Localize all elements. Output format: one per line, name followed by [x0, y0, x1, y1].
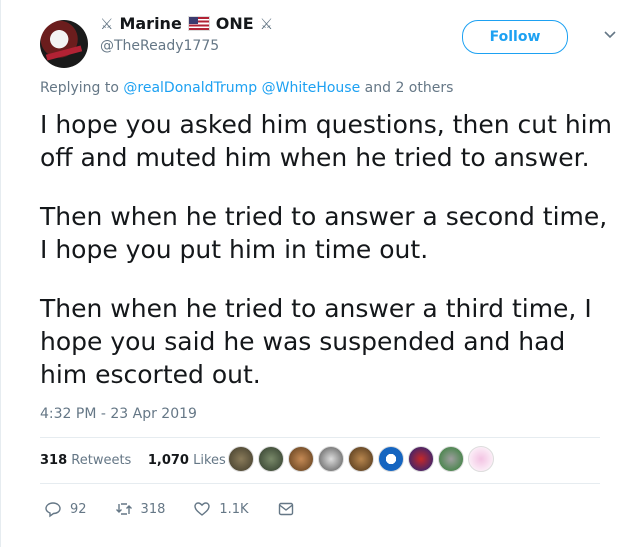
crossed-swords-icon: ⚔: [100, 14, 114, 33]
us-flag-icon: [187, 16, 210, 31]
reply-others-link[interactable]: and 2 others: [365, 80, 454, 96]
follow-button[interactable]: Follow: [462, 20, 568, 54]
user-handle[interactable]: @TheReady1775: [100, 38, 219, 54]
mention-link[interactable]: @realDonaldTrump: [123, 80, 257, 96]
retweets-stat[interactable]: 318 Retweets: [40, 453, 131, 468]
chevron-down-icon[interactable]: [602, 26, 618, 42]
tweet-actions: 92 318 1.1K: [44, 500, 323, 518]
mention-link[interactable]: @WhiteHouse: [262, 80, 361, 96]
avatar[interactable]: [378, 446, 404, 472]
avatar[interactable]: [40, 20, 88, 68]
avatar[interactable]: [348, 446, 374, 472]
avatar[interactable]: [228, 446, 254, 472]
reply-icon: [45, 502, 61, 518]
like-button[interactable]: 1.1K: [193, 500, 249, 518]
like-icon: [194, 502, 211, 516]
like-count: 1.1K: [219, 501, 249, 517]
avatar[interactable]: [318, 446, 344, 472]
avatar[interactable]: [408, 446, 434, 472]
likes-stat[interactable]: 1,070 Likes: [148, 453, 226, 468]
reply-prefix: Replying to: [40, 80, 119, 96]
tweet-paragraph: Then when he tried to answer a second ti…: [40, 202, 608, 264]
retweet-count: 318: [140, 501, 166, 517]
avatar[interactable]: [468, 446, 494, 472]
crossed-swords-icon: ⚔: [259, 14, 274, 33]
tweet-paragraph: Then when he tried to answer a third tim…: [40, 294, 592, 389]
left-border: [0, 0, 1, 547]
tweet-stats: 318 Retweets 1,070 Likes: [40, 453, 226, 468]
liker-avatars: [228, 446, 494, 472]
tweet-paragraph: I hope you asked him questions, then cut…: [40, 110, 612, 172]
reply-context: Replying to @realDonaldTrump @WhiteHouse…: [40, 80, 453, 96]
avatar[interactable]: [258, 446, 284, 472]
tweet-header: ⚔ Marine ONE ⚔ @TheReady1775 Follow: [40, 12, 620, 68]
reply-count: 92: [70, 501, 87, 517]
direct-message-icon: [278, 502, 293, 516]
display-name-second: ONE: [215, 14, 254, 33]
retweet-button[interactable]: 318: [115, 500, 166, 518]
tweet-timestamp[interactable]: 4:32 PM - 23 Apr 2019: [40, 406, 197, 422]
retweet-icon: [115, 503, 132, 515]
avatar[interactable]: [288, 446, 314, 472]
direct-message-button[interactable]: [277, 500, 295, 518]
tweet-text: I hope you asked him questions, then cut…: [40, 108, 620, 417]
divider: [40, 437, 600, 438]
display-name-first: Marine: [119, 14, 182, 33]
divider: [40, 483, 600, 484]
avatar[interactable]: [438, 446, 464, 472]
display-name-row[interactable]: ⚔ Marine ONE ⚔: [100, 14, 273, 33]
reply-button[interactable]: 92: [44, 500, 87, 518]
